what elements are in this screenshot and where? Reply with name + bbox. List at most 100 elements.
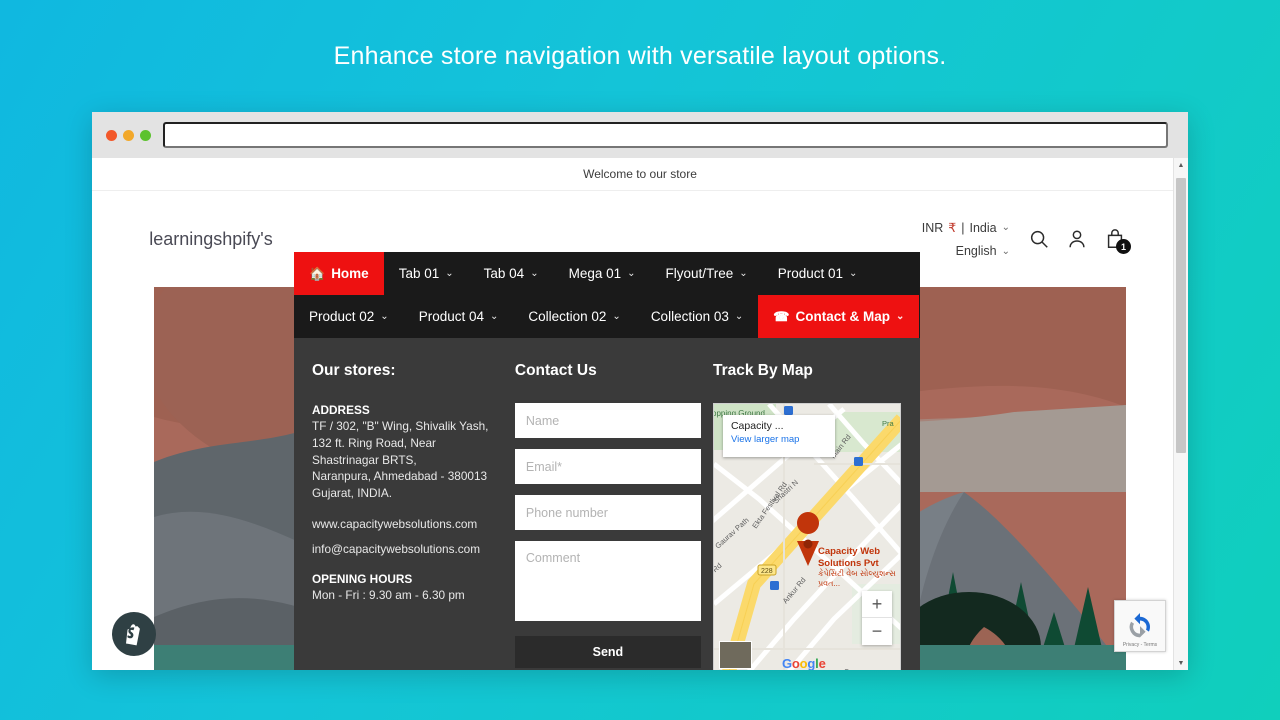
map-zoom-controls: + − (861, 591, 892, 645)
chevron-down-icon: ⌄ (445, 268, 454, 279)
nav-item-mega-01[interactable]: Mega 01 ⌄ (553, 252, 651, 295)
zoom-out-button[interactable]: − (862, 618, 892, 645)
recaptcha-badge[interactable]: Privacy - Terms (1114, 600, 1166, 652)
contact-us-heading: Contact Us (514, 362, 597, 379)
account-icon[interactable] (1066, 228, 1088, 250)
nav-item-product-02[interactable]: Product 02 ⌄ (294, 295, 404, 338)
map-info-card: Capacity ... View larger map (722, 415, 835, 457)
scroll-down-button[interactable]: ▼ (1174, 656, 1188, 670)
nav-item-collection-02[interactable]: Collection 02 ⌄ (513, 295, 636, 338)
nav-label: Product 01 (777, 266, 843, 281)
nav-label: Contact & Map (795, 309, 890, 324)
website-link[interactable]: www.capacitywebsolutions.com (312, 516, 505, 533)
minimize-window-button[interactable] (123, 129, 134, 141)
currency-code: INR (921, 220, 944, 235)
view-larger-map-link[interactable]: View larger map (731, 433, 827, 446)
search-icon[interactable] (1028, 228, 1050, 250)
scrollbar-thumb[interactable] (1176, 178, 1186, 453)
address-line: Shastrinagar BRTS, (312, 452, 417, 467)
zoom-in-button[interactable]: + (861, 591, 892, 618)
chevron-down-icon: ⌄ (895, 311, 905, 322)
nav-label: Flyout/Tree (665, 266, 734, 281)
language-label: English (955, 244, 997, 258)
cart-count-badge: 1 (1116, 239, 1131, 254)
nav-item-contact-and-map[interactable]: ☎ Contact & Map ⌄ (758, 295, 920, 338)
nav-label: Product 02 (309, 309, 375, 324)
address-line: Gujarat, INDIA. (312, 486, 392, 501)
track-by-map-column: Track By Map opping Ground Main Rd Pra S… (712, 362, 902, 670)
google-map[interactable]: opping Ground Main Rd Pra Shastri N Ekta… (712, 403, 901, 670)
cart-icon[interactable]: 1 (1104, 228, 1131, 254)
browser-chrome (92, 112, 1188, 158)
page-viewport: Welcome to our store learningshpify's IN… (92, 158, 1188, 670)
shopify-bag-icon (126, 624, 140, 646)
svg-text:228: 228 (761, 568, 773, 575)
address-line: TF / 302, "B" Wing, Shivalik Yash, (312, 419, 489, 433)
chevron-down-icon: ⌄ (734, 311, 744, 322)
address-line: Naranpura, Ahmedabad - 380013 (312, 469, 488, 484)
address-label: ADDRESS (312, 403, 370, 417)
recaptcha-icon (1129, 612, 1150, 638)
chevron-down-icon: ⌄ (612, 311, 621, 322)
scroll-up-button[interactable]: ▲ (1174, 158, 1188, 172)
promo-banner: Enhance store navigation with versatile … (0, 0, 1280, 112)
address-bar[interactable] (163, 122, 1168, 148)
address-line: 132 ft. Ring Road, Near (312, 435, 436, 450)
promo-headline: Enhance store navigation with versatile … (333, 41, 947, 70)
header-icon-group: 1 (1028, 228, 1131, 254)
nav-item-tab-04[interactable]: Tab 04 ⌄ (468, 252, 554, 295)
contact-us-column: Contact Us Send (514, 362, 703, 670)
email-link[interactable]: info@capacitywebsolutions.com (312, 541, 505, 558)
shopify-chat-button[interactable] (112, 612, 156, 656)
nav-item-flyout-tree[interactable]: Flyout/Tree ⌄ (650, 252, 763, 295)
window-controls (106, 129, 151, 141)
map-poi-label: Capacity Web Solutions Pvt કેપેસિટી વેબ … (818, 546, 900, 589)
google-logo: Google (782, 656, 826, 670)
page-scrollbar[interactable]: ▲ ▼ (1173, 158, 1188, 670)
poi-title: Capacity Web Solutions Pvt (817, 546, 881, 569)
name-input[interactable] (514, 403, 701, 438)
nav-label: Mega 01 (568, 266, 622, 281)
rupee-icon: ₹ (948, 221, 957, 235)
announcement-text: Welcome to our store (583, 167, 697, 181)
send-button[interactable]: Send (514, 636, 701, 668)
announcement-bar: Welcome to our store (92, 158, 1188, 191)
nav-row-1: 🏠 Home Tab 01 ⌄ Tab 04 ⌄ Mega 01 ⌄ Flyou… (294, 252, 920, 295)
currency-country: India (969, 220, 997, 235)
satellite-thumbnail[interactable] (718, 641, 752, 669)
map-card-title: Capacity ... (730, 420, 784, 432)
header-utilities: INR ₹ | India ⌄ English ⌄ 1 (922, 220, 1188, 258)
svg-text:Pra: Pra (882, 419, 895, 428)
chevron-down-icon: ⌄ (848, 268, 858, 279)
close-window-button[interactable] (106, 129, 117, 141)
chevron-down-icon: ⌄ (530, 268, 539, 279)
our-stores-heading: Our stores: (312, 362, 396, 379)
chevron-down-icon: ⌄ (1001, 245, 1010, 257)
contact-mega-dropdown: Our stores: ADDRESS TF / 302, "B" Wing, … (294, 338, 920, 670)
nav-label: Product 04 (418, 309, 484, 324)
nav-item-tab-01[interactable]: Tab 01 ⌄ (383, 252, 469, 295)
chevron-down-icon: ⌄ (627, 268, 636, 279)
nav-label: Home (331, 266, 369, 281)
nav-item-collection-03[interactable]: Collection 03 ⌄ (635, 295, 759, 338)
email-input[interactable] (514, 449, 701, 484)
nav-item-product-04[interactable]: Product 04 ⌄ (403, 295, 514, 338)
track-by-map-heading: Track By Map (712, 362, 813, 379)
chevron-down-icon: ⌄ (739, 268, 748, 279)
currency-divider: | (961, 220, 965, 235)
svg-text:Cross: Cross (844, 669, 863, 670)
recaptcha-privacy-terms[interactable]: Privacy - Terms (1123, 642, 1157, 648)
our-stores-column: Our stores: ADDRESS TF / 302, "B" Wing, … (312, 362, 505, 670)
phone-input[interactable] (514, 495, 701, 530)
comment-textarea[interactable] (514, 541, 701, 621)
nav-item-product-01[interactable]: Product 01 ⌄ (762, 252, 873, 295)
maximize-window-button[interactable] (140, 129, 151, 141)
nav-item-home[interactable]: 🏠 Home (294, 252, 384, 295)
google-letter: e (818, 656, 826, 670)
currency-selector[interactable]: INR ₹ | India ⌄ (921, 220, 1010, 236)
opening-hours-label: OPENING HOURS (312, 571, 413, 586)
store-logo[interactable]: learningshpify's (92, 229, 296, 250)
language-selector[interactable]: English ⌄ (956, 244, 1010, 258)
poi-subtitle: કેપેસિટી વેબ સોલ્યુશન્સ પ્રવત... (817, 569, 896, 588)
